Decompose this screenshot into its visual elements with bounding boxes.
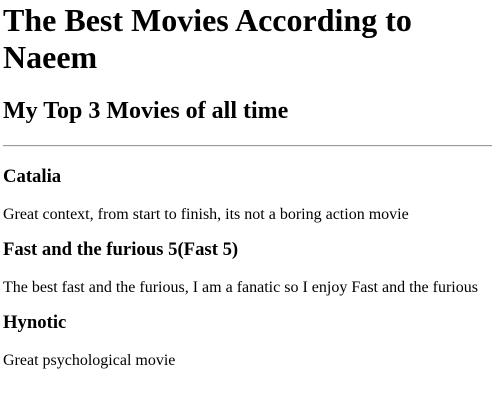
movie-description: Great psychological movie	[3, 352, 176, 369]
movie-item-3: Hynotic Great psychological movie	[3, 312, 492, 370]
movie-description: The best fast and the furious, I am a fa…	[3, 279, 478, 296]
movie-title: Catalia	[3, 166, 62, 187]
movie-title: Fast and the furious 5(Fast 5)	[3, 239, 239, 260]
movie-item-1: Catalia Great context, from start to fin…	[3, 166, 492, 224]
movie-title: Hynotic	[3, 312, 67, 333]
page-title: The Best Movies According to Naeem	[3, 2, 412, 75]
page-subtitle: My Top 3 Movies of all time	[3, 98, 289, 124]
movie-item-2: Fast and the furious 5(Fast 5) The best …	[3, 239, 492, 297]
movie-description: Great context, from start to finish, its…	[3, 206, 409, 223]
page-content: The Best Movies According to Naeem My To…	[0, 2, 492, 370]
divider	[3, 145, 492, 147]
